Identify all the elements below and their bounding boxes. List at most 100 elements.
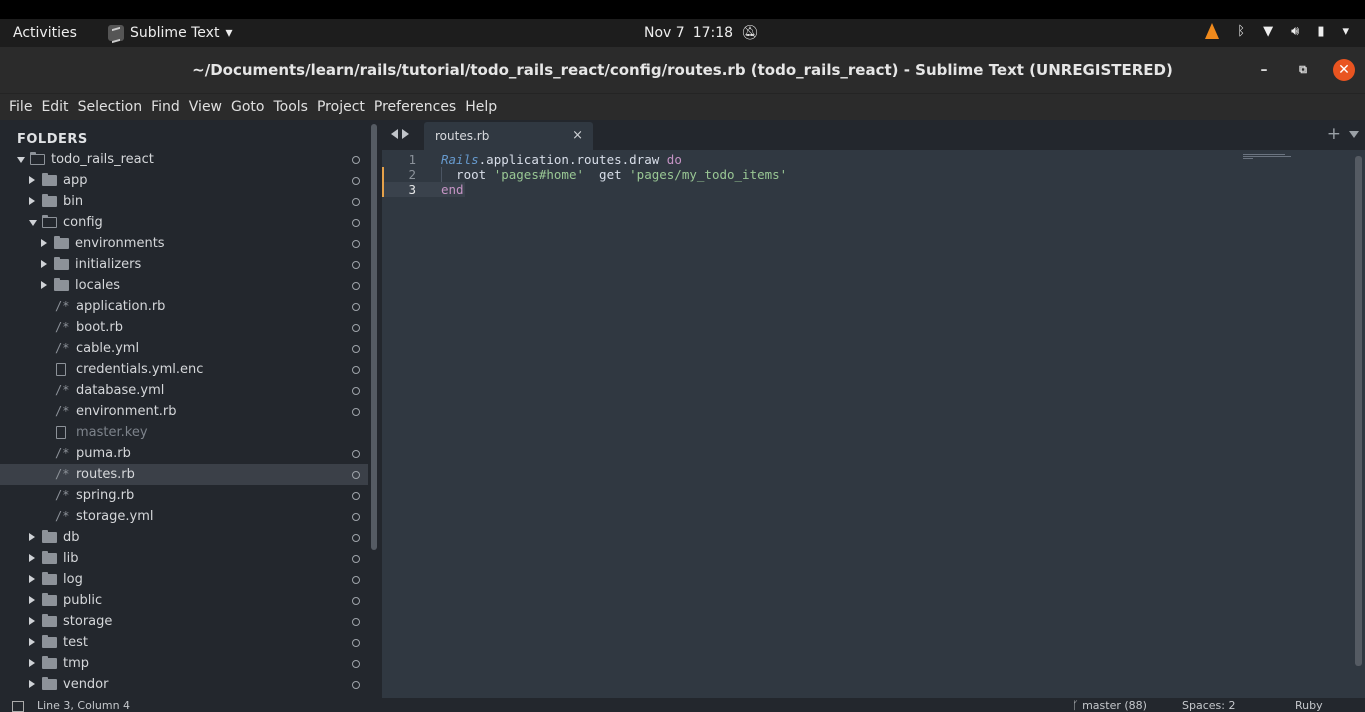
sidebar-item-todo-rails-react[interactable]: todo_rails_react [0,149,368,170]
disclosure-closed-icon[interactable] [29,575,35,583]
code-editor[interactable]: 123 Rails.application.routes.draw do roo… [382,150,1365,698]
disclosure-closed-icon[interactable] [29,596,35,604]
menu-goto[interactable]: Goto [230,99,272,115]
sidebar-item-label: locales [75,278,121,293]
code-line[interactable]: end [441,182,787,197]
panel-toggle-icon[interactable] [12,701,24,712]
sidebar-item-label: boot.rb [76,320,123,335]
sidebar-item-log[interactable]: log [0,569,368,590]
disclosure-open-icon[interactable] [29,220,37,226]
file-icon [56,363,66,376]
file-status-dot-icon [352,366,360,374]
disclosure-closed-icon[interactable] [29,554,35,562]
sidebar-item-environment-rb[interactable]: /* environment.rb [0,401,368,422]
editor-scrollbar[interactable] [1355,156,1362,666]
sidebar-item-master-key[interactable]: master.key [0,422,368,443]
new-tab-icon[interactable]: + [1327,124,1341,144]
sidebar-item-storage-yml[interactable]: /* storage.yml [0,506,368,527]
sidebar-item-tmp[interactable]: tmp [0,653,368,674]
code-file-icon: /* [55,446,70,460]
code-content[interactable]: Rails.application.routes.draw do root 'p… [441,152,787,197]
modified-line-marker [382,182,384,197]
system-tray[interactable]: ᛒ ▼ 🔊︎ ▮ ▾ [1205,23,1349,39]
disclosure-closed-icon[interactable] [29,680,35,688]
tab-routes-rb[interactable]: routes.rb × [424,122,593,150]
sidebar-item-spring-rb[interactable]: /* spring.rb [0,485,368,506]
close-button[interactable]: ✕ [1333,59,1355,81]
clock-date: Nov 7 [644,25,685,41]
tab-list-dropdown-icon[interactable] [1349,131,1359,138]
sidebar-item-vendor[interactable]: vendor [0,674,368,695]
sidebar-item-puma-rb[interactable]: /* puma.rb [0,443,368,464]
disclosure-closed-icon[interactable] [29,197,35,205]
sidebar-item-routes-rb[interactable]: /* routes.rb [0,464,368,485]
disclosure-open-icon[interactable] [17,157,25,163]
tab-next-icon[interactable] [402,129,409,139]
disclosure-closed-icon[interactable] [29,638,35,646]
sidebar-item-storage[interactable]: storage [0,611,368,632]
vlc-icon[interactable] [1205,23,1220,39]
sidebar-item-config[interactable]: config [0,212,368,233]
file-status-dot-icon [352,492,360,500]
menu-help[interactable]: Help [464,99,505,115]
minimize-button[interactable]: – [1253,59,1275,81]
app-menu[interactable]: Sublime Text ▾ [108,25,232,41]
disclosure-closed-icon[interactable] [41,260,47,268]
sidebar-item-label: test [63,635,88,650]
sidebar-item-credentials-yml-enc[interactable]: credentials.yml.enc [0,359,368,380]
sidebar-item-lib[interactable]: lib [0,548,368,569]
sidebar-item-locales[interactable]: locales [0,275,368,296]
indentation-setting[interactable]: Spaces: 2 [1182,699,1235,712]
sidebar-item-database-yml[interactable]: /* database.yml [0,380,368,401]
wifi-icon[interactable]: ▼ [1263,24,1273,39]
line-number-gutter[interactable]: 123 [382,152,436,197]
activities-button[interactable]: Activities [13,25,77,41]
sidebar-item-label: tmp [63,656,90,671]
tab-close-icon[interactable]: × [572,128,583,143]
minimap[interactable] [1243,154,1291,160]
sidebar-item-label: public [63,593,103,608]
clock[interactable]: Nov 7 17:18 🔕︎ [644,25,759,41]
disclosure-closed-icon[interactable] [29,617,35,625]
disclosure-closed-icon[interactable] [29,176,35,184]
battery-icon[interactable]: ▮ [1317,24,1324,39]
maximize-button[interactable]: ⧉ [1292,59,1314,81]
chevron-down-icon: ▾ [225,25,233,41]
sidebar-item-cable-yml[interactable]: /* cable.yml [0,338,368,359]
window-titlebar[interactable]: ~/Documents/learn/rails/tutorial/todo_ra… [0,47,1365,93]
disclosure-closed-icon[interactable] [29,659,35,667]
sidebar-item-bin[interactable]: bin [0,191,368,212]
menu-project[interactable]: Project [316,99,373,115]
sidebar-item-application-rb[interactable]: /* application.rb [0,296,368,317]
menu-view[interactable]: View [188,99,230,115]
menu-tools[interactable]: Tools [272,99,316,115]
sidebar-item-label: credentials.yml.enc [76,362,204,377]
sidebar-item-db[interactable]: db [0,527,368,548]
volume-icon[interactable]: 🔊︎ [1291,24,1299,39]
code-line[interactable]: Rails.application.routes.draw do [441,152,787,167]
file-status-dot-icon [352,261,360,269]
sidebar-item-initializers[interactable]: initializers [0,254,368,275]
power-menu-chevron-icon[interactable]: ▾ [1342,24,1349,39]
menu-preferences[interactable]: Preferences [373,99,464,115]
sidebar-item-app[interactable]: app [0,170,368,191]
sidebar-item-label: storage [63,614,113,629]
disclosure-closed-icon[interactable] [29,533,35,541]
sidebar-item-environments[interactable]: environments [0,233,368,254]
menu-find[interactable]: Find [150,99,188,115]
menu-file[interactable]: File [8,99,40,115]
disclosure-closed-icon[interactable] [41,239,47,247]
menu-edit[interactable]: Edit [40,99,76,115]
git-branch[interactable]: ᚴ master (88) [1072,699,1147,712]
syntax-selector[interactable]: Ruby [1295,699,1323,712]
disclosure-closed-icon[interactable] [41,281,47,289]
code-token: .application.routes.draw [478,152,667,167]
sidebar-item-public[interactable]: public [0,590,368,611]
menu-selection[interactable]: Selection [77,99,151,115]
sidebar-item-test[interactable]: test [0,632,368,653]
sidebar-item-boot-rb[interactable]: /* boot.rb [0,317,368,338]
tab-prev-icon[interactable] [391,129,398,139]
code-line[interactable]: root 'pages#home' get 'pages/my_todo_ite… [441,167,787,182]
sidebar-scrollbar[interactable] [371,124,377,550]
bluetooth-icon[interactable]: ᛒ [1237,24,1245,39]
